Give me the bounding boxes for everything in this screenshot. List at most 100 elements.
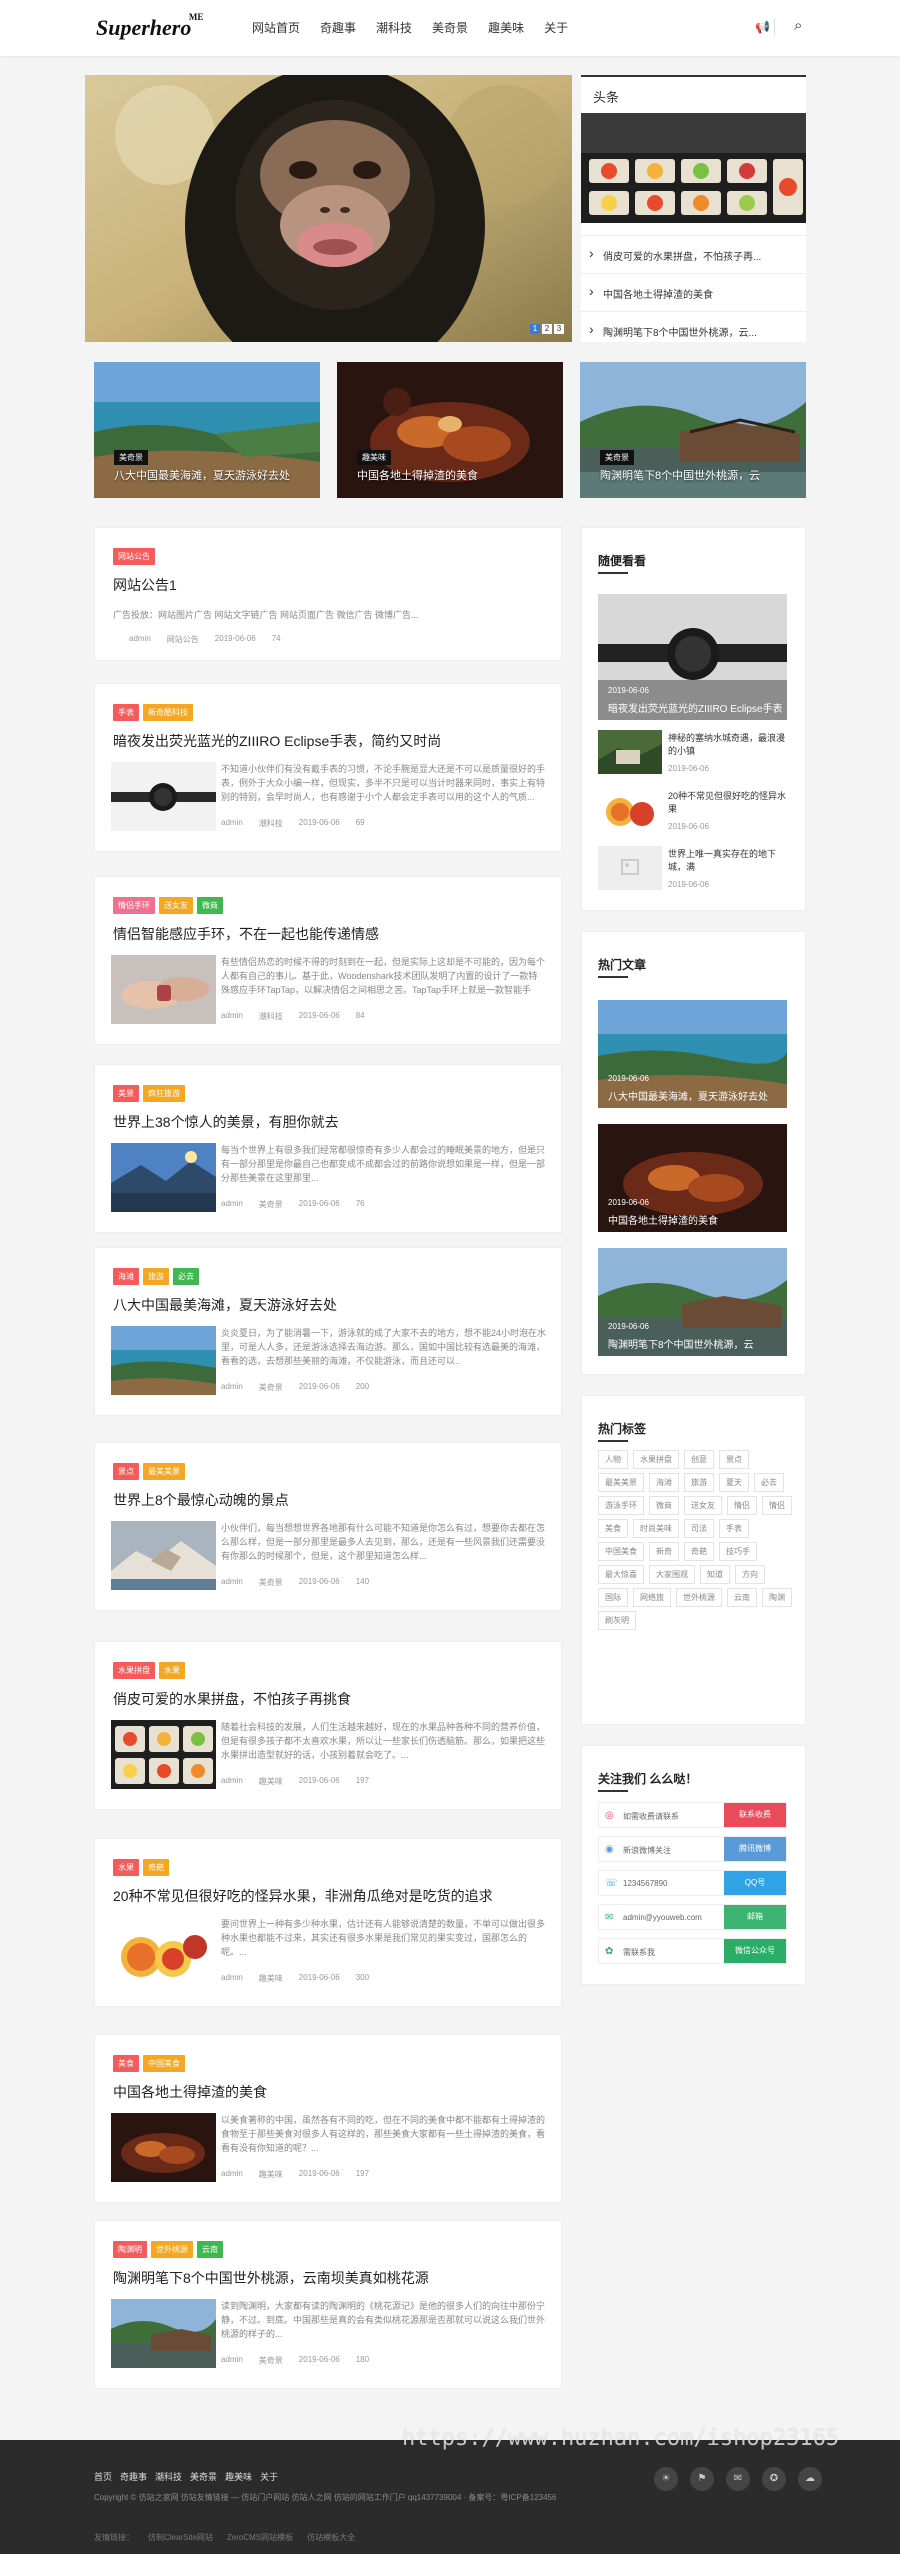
nav-item-food[interactable]: 趣美味 [488,19,524,36]
tag-link[interactable]: 必去 [754,1473,784,1492]
tag-link[interactable]: 情侣 [762,1496,792,1515]
category-label[interactable]: 美奇景 [259,1199,283,1210]
tag-link[interactable]: 微商 [649,1496,679,1515]
slider-dot-1[interactable]: 1 [530,324,540,334]
tag-link[interactable]: 情侣 [727,1496,757,1515]
friend-link[interactable]: ZeroCMS网站模板 [227,2532,293,2543]
author-label[interactable]: admin [221,2169,243,2180]
card-tag[interactable]: 水果 [159,1662,185,1679]
card-tag[interactable]: 水果拼盘 [113,1662,155,1679]
search-icon[interactable]: ⌕ [794,17,802,34]
post-title[interactable]: 八大中国最美海滩，夏天游泳好去处 [608,1088,768,1103]
post-title[interactable]: 世界上唯一真实存在的地下城，满 [668,848,788,874]
author-label[interactable]: admin [221,1199,243,1210]
article-card[interactable]: 陶渊明 世外桃源 云南 陶渊明笔下8个中国世外桃源，云南坝美真如桃花源 读到陶渊明，… [94,2220,562,2389]
tag-link[interactable]: 知道 [700,1565,730,1584]
footer-link-about[interactable]: 关于 [260,2470,278,2483]
card-title[interactable]: 情侣智能感应手环，不在一起也能传递情感 [113,924,379,944]
random-post-item[interactable]: 世界上唯一真实存在的地下城，满 2019-06-06 [598,846,787,896]
article-card[interactable]: 海滩 旅游 必去 八大中国最美海滩，夏天游泳好去处 炎炎夏日，为了能消暑一下，游泳就… [94,1247,562,1416]
notice-card[interactable]: 网站公告 网站公告1 广告投放：网站图片广告 网站文字链广告 网站页面广告 微信… [94,527,562,661]
category-label[interactable]: 网站公告 [167,634,199,645]
hot-post-item[interactable]: 2019-06-06 八大中国最美海滩，夏天游泳好去处 [598,1000,787,1108]
card-tag[interactable]: 微商 [197,897,223,914]
slider-dot-3[interactable]: 3 [554,324,564,334]
category-label[interactable]: 美奇景 [259,2355,283,2366]
card-title[interactable]: 中国各地土得掉渣的美食 [113,2082,267,2102]
card-thumbnail[interactable] [111,2299,216,2368]
featured-title[interactable]: 八大中国最美海滩，夏天游泳好去处 [114,467,290,483]
headline-item[interactable]: 陶渊明笔下8个中国世外桃源，云... [581,311,806,349]
card-title[interactable]: 俏皮可爱的水果拼盘，不怕孩子再挑食 [113,1689,351,1709]
card-title[interactable]: 八大中国最美海滩，夏天游泳好去处 [113,1295,337,1315]
article-card[interactable]: 美食 中国美食 中国各地土得掉渣的美食 以美食著称的中国，虽然各有不同的吃，但在不… [94,2034,562,2203]
tag-link[interactable]: 中国美食 [598,1542,644,1561]
article-card[interactable]: 手表 新奇酷科技 暗夜发出荧光蓝光的ZIIIRO Eclipse手表，简约又时尚 … [94,683,562,852]
card-tag[interactable]: 必去 [173,1268,199,1285]
weibo-icon[interactable]: ☀ [654,2467,678,2491]
tag-link[interactable]: 国际 [598,1588,628,1607]
tag-link[interactable]: 陶渊 [762,1588,792,1607]
card-tag[interactable]: 云南 [197,2241,223,2258]
featured-tag[interactable]: 美奇景 [600,450,634,465]
card-thumbnail[interactable] [111,955,216,1024]
card-thumbnail[interactable] [111,762,216,831]
nav-item-about[interactable]: 关于 [544,19,568,36]
post-title[interactable]: 神秘的塞纳水城奇遇，最浪漫的小镇 [668,732,788,758]
featured-title[interactable]: 中国各地土得掉渣的美食 [357,467,478,483]
post-title[interactable]: 中国各地土得掉渣的美食 [608,1212,718,1227]
card-tag[interactable]: 景点 [113,1463,139,1480]
author-label[interactable]: admin [221,1011,243,1022]
site-logo[interactable]: Superhero ME [96,12,203,41]
tag-link[interactable]: 时尚美味 [633,1519,679,1538]
footer-link-home[interactable]: 首页 [94,2470,112,2483]
tag-link[interactable]: 海滩 [649,1473,679,1492]
card-tag[interactable]: 水果 [113,1859,139,1876]
card-tag[interactable]: 美食 [113,2055,139,2072]
card-tag[interactable]: 旅游 [143,1268,169,1285]
post-title[interactable]: 陶渊明笔下8个中国世外桃源，云 [608,1336,754,1351]
card-tag[interactable]: 陶渊明 [113,2241,147,2258]
article-card[interactable]: 情侣手环 送女友 微商 情侣智能感应手环，不在一起也能传递情感 有些情侣热恋的时候不… [94,876,562,1045]
tag-link[interactable]: 奇葩 [684,1542,714,1561]
follow-button[interactable]: 联系收费 [724,1803,786,1827]
card-thumbnail[interactable] [111,1143,216,1212]
footer-link-scenery[interactable]: 美奇景 [190,2470,217,2483]
tag-link[interactable]: 司法 [684,1519,714,1538]
author-label[interactable]: admin [221,1577,243,1588]
random-post-item[interactable]: 神秘的塞纳水城奇遇，最浪漫的小镇 2019-06-06 [598,730,787,780]
category-label[interactable]: 美奇景 [259,1382,283,1393]
card-tag[interactable]: 美景 [113,1085,139,1102]
featured-card[interactable]: 美奇景 陶渊明笔下8个中国世外桃源，云 [580,362,806,498]
follow-button[interactable]: 微信公众号 [724,1939,786,1963]
card-tag[interactable]: 奇葩 [143,1859,169,1876]
card-tag[interactable]: 送女友 [159,897,193,914]
card-tag[interactable]: 网站公告 [113,548,155,565]
card-title[interactable]: 20种不常见但很好吃的怪异水果，非洲角瓜绝对是吃货的追求 [113,1886,493,1906]
footer-link-tech[interactable]: 潮科技 [155,2470,182,2483]
nav-item-fun[interactable]: 奇趣事 [320,19,356,36]
card-title[interactable]: 陶渊明笔下8个中国世外桃源，云南坝美真如桃花源 [113,2268,429,2288]
mail-icon[interactable]: ✉ [726,2467,750,2491]
nav-item-tech[interactable]: 潮科技 [376,19,412,36]
nav-item-home[interactable]: 网站首页 [252,19,300,36]
category-label[interactable]: 趣美味 [259,1776,283,1787]
tag-link[interactable]: 刷灰明 [598,1611,636,1630]
follow-button[interactable]: QQ号 [724,1871,786,1895]
tag-link[interactable]: 云南 [727,1588,757,1607]
card-tag[interactable]: 最美美景 [143,1463,185,1480]
flag-icon[interactable]: ⚑ [690,2467,714,2491]
random-post-featured[interactable]: 2019-06-06 暗夜发出荧光蓝光的ZIIIRO Eclipse手表 [598,594,787,720]
qq-icon[interactable]: ✪ [762,2467,786,2491]
nav-item-scenery[interactable]: 美奇景 [432,19,468,36]
post-title[interactable]: 20种不常见但很好吃的怪异水果 [668,790,788,816]
card-thumbnail[interactable] [111,1917,216,1986]
tag-link[interactable]: 新奇 [649,1542,679,1561]
card-title[interactable]: 世界上38个惊人的美景，有胆你就去 [113,1112,339,1132]
article-card[interactable]: 水果拼盘 水果 俏皮可爱的水果拼盘，不怕孩子再挑食 随着社会科技的发展，人们生活越… [94,1641,562,1810]
tag-link[interactable]: 景点 [719,1450,749,1469]
author-label[interactable]: admin [221,1382,243,1393]
author-label[interactable]: admin [221,1973,243,1984]
tag-link[interactable]: 网络旅 [633,1588,671,1607]
tag-link[interactable]: 人物 [598,1450,628,1469]
